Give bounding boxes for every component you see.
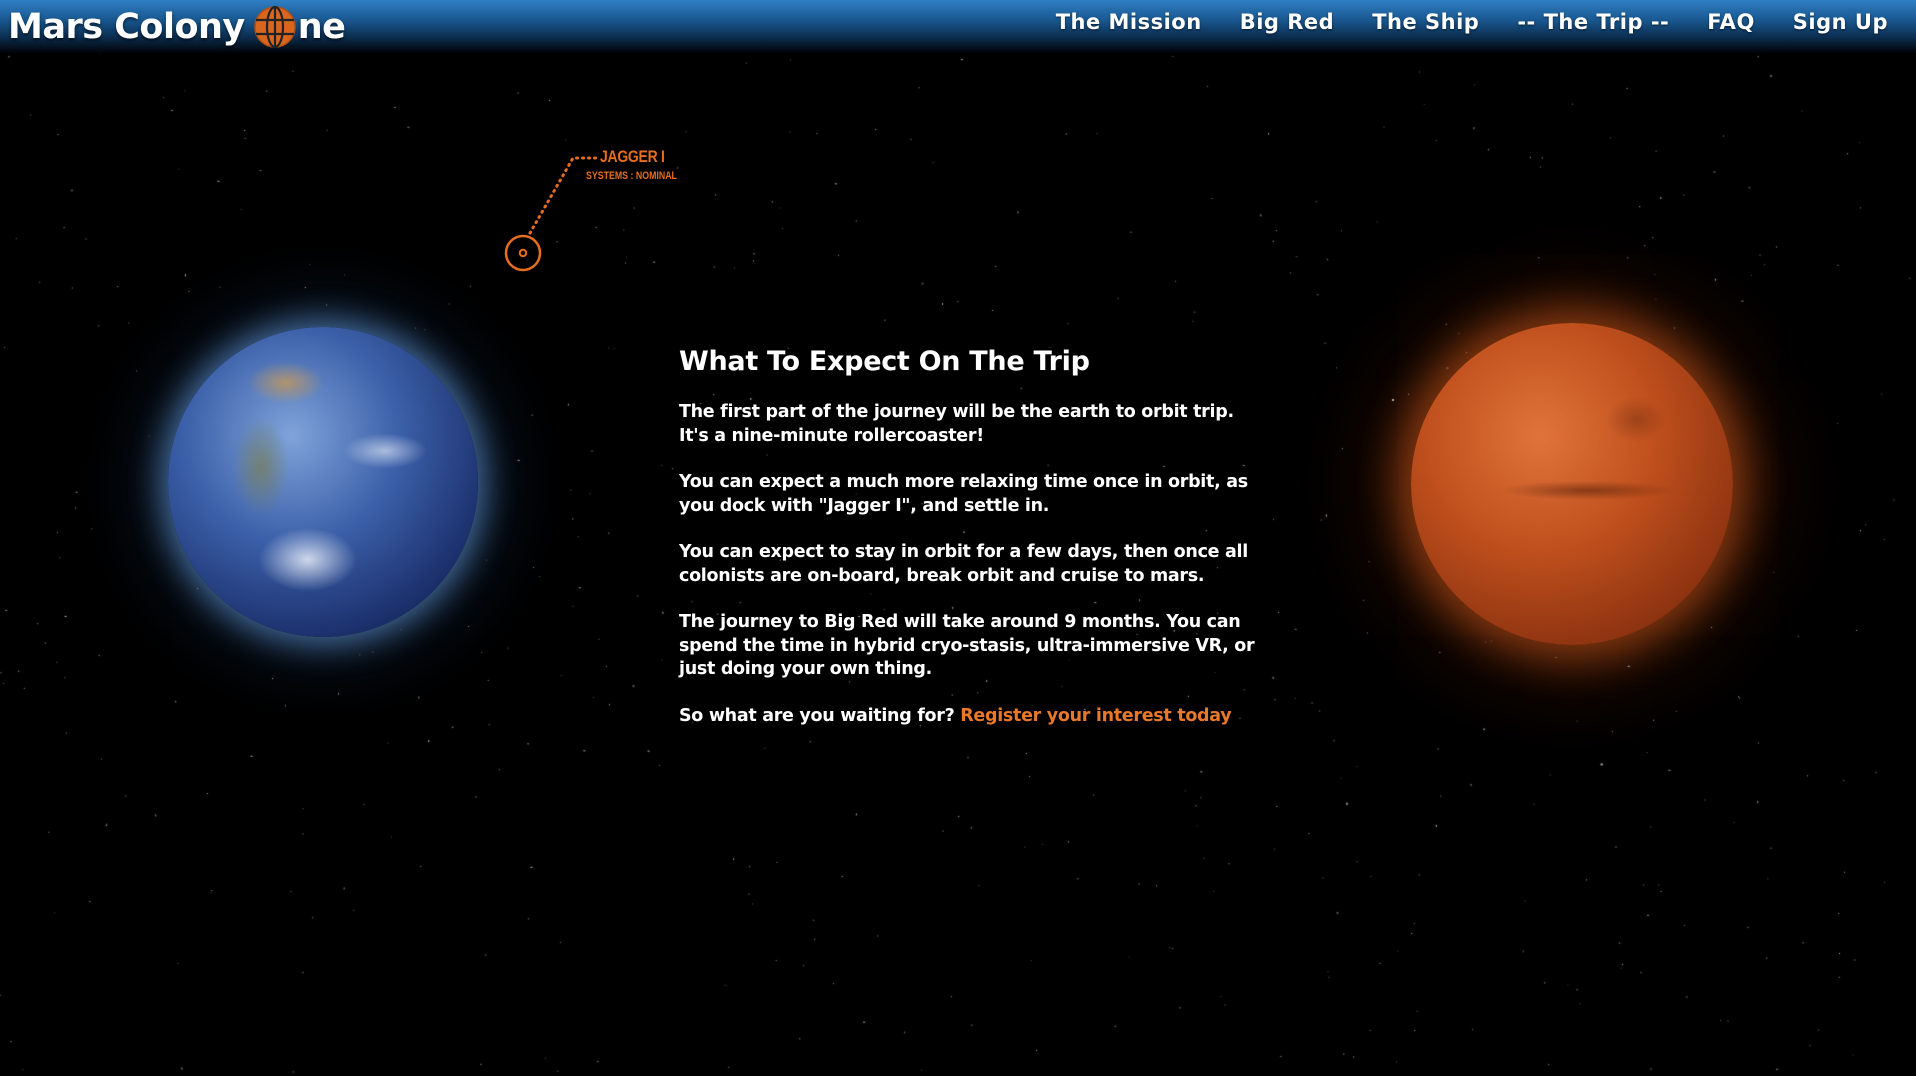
trip-content: What To Expect On The Trip The first par…	[679, 346, 1259, 751]
trip-paragraph-4: The journey to Big Red will take around …	[679, 612, 1255, 679]
cta-prefix-text: So what are you waiting for?	[679, 705, 955, 726]
trip-paragraph-1: The first part of the journey will be th…	[679, 402, 1234, 446]
target-icon[interactable]	[504, 234, 542, 272]
trip-paragraph-3: You can expect to stay in orbit for a fe…	[679, 542, 1248, 586]
ship-name-label: JAGGER I	[600, 147, 665, 166]
register-interest-link[interactable]: Register your interest today	[960, 706, 1231, 726]
cta-paragraph: So what are you waiting for? Register yo…	[679, 705, 1259, 729]
page-title: What To Expect On The Trip	[679, 346, 1090, 377]
trip-paragraph-2: You can expect a much more relaxing time…	[679, 472, 1248, 516]
ship-status-label: SYSTEMS : NOMINAL	[586, 170, 677, 182]
